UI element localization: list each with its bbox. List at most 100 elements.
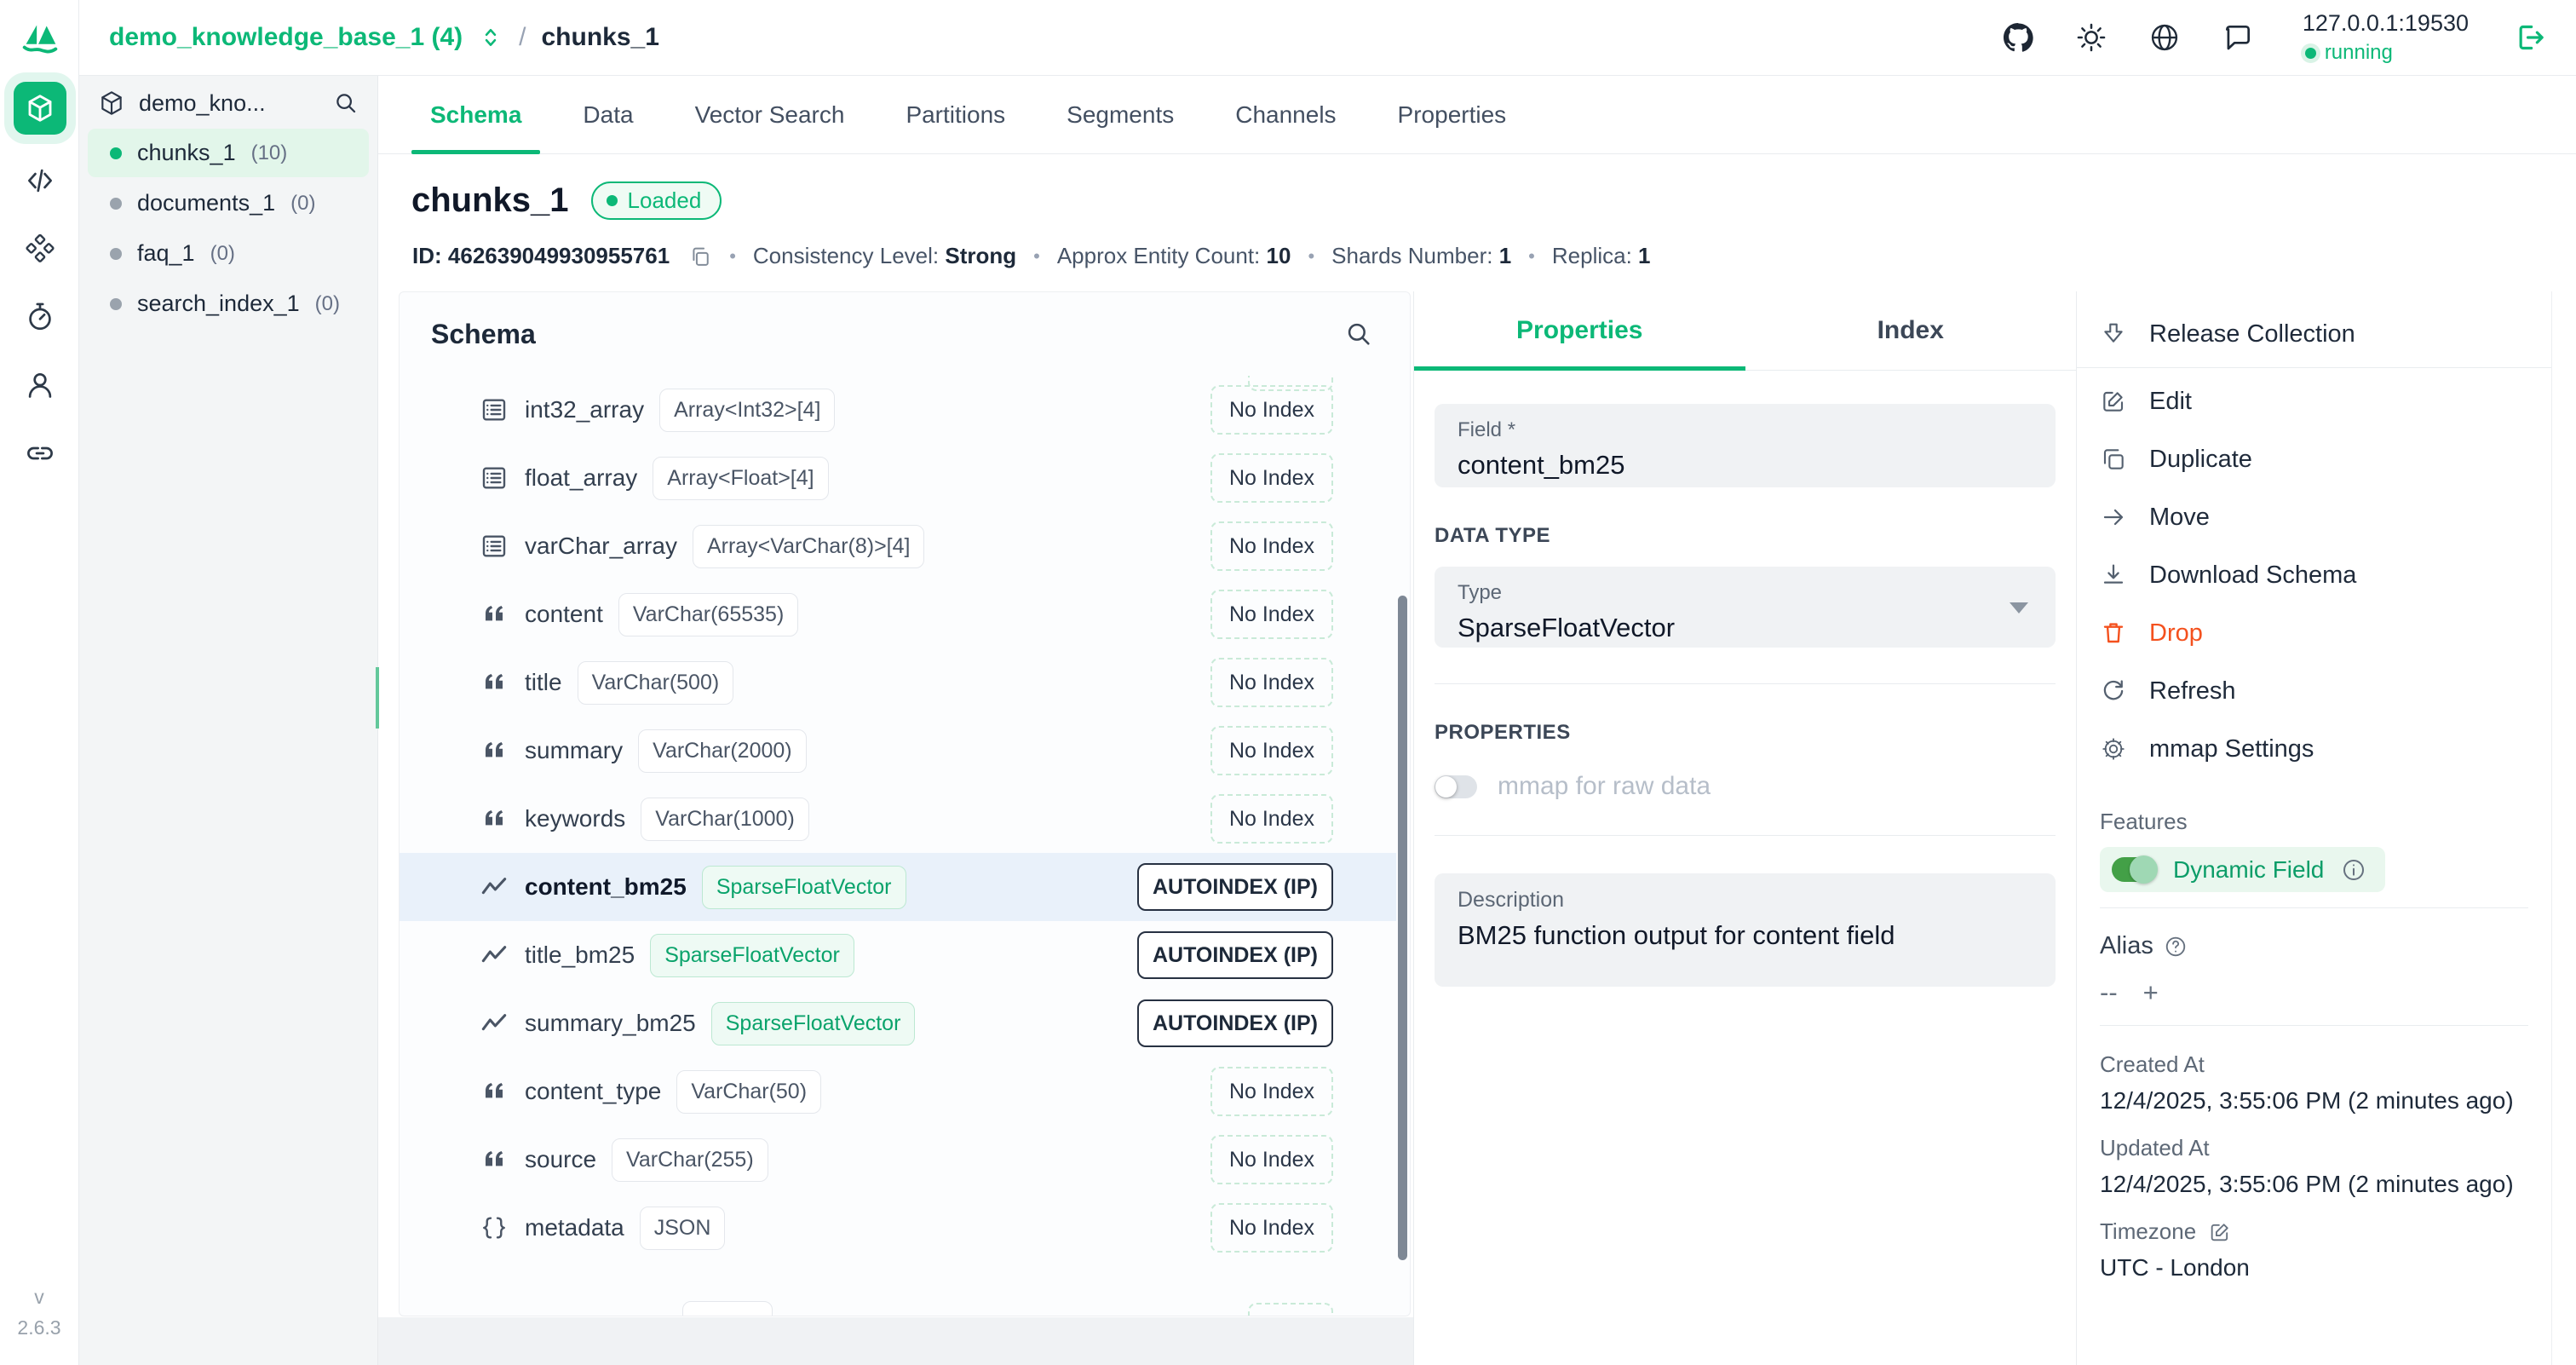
index-badge[interactable]: No Index [1210, 521, 1333, 571]
array-icon [480, 533, 508, 560]
tab-field-index[interactable]: Index [1745, 291, 2077, 370]
status-dot [2305, 48, 2316, 59]
add-alias-button[interactable]: + [2143, 977, 2159, 1008]
dynamic-field-label: Dynamic Field [2173, 856, 2324, 884]
edit-button[interactable]: Edit [2077, 372, 2551, 430]
dynamic-field-toggle[interactable] [2112, 857, 2156, 882]
tab-partitions[interactable]: Partitions [875, 76, 1036, 154]
duplicate-button[interactable]: Duplicate [2077, 430, 2551, 488]
index-badge[interactable]: No Index [1210, 726, 1333, 775]
index-badge[interactable]: No Index [1210, 1135, 1333, 1184]
index-badge[interactable]: No Index [1210, 794, 1333, 844]
download-schema-button[interactable]: Download Schema [2077, 546, 2551, 604]
alias-value: -- [2100, 977, 2118, 1008]
collection-count: (0) [315, 292, 340, 316]
index-badge[interactable]: No Index [1210, 453, 1333, 503]
breadcrumb-database[interactable]: demo_knowledge_base_1 (4) [109, 23, 463, 52]
unfold-more-icon[interactable] [478, 25, 503, 50]
field-row[interactable]: content_typeVarChar(50) No Index [400, 1057, 1410, 1126]
field-row[interactable]: title_bm25SparseFloatVector AUTOINDEX (I… [400, 921, 1410, 989]
attu-logo-icon[interactable] [17, 14, 63, 61]
gear-icon [2100, 735, 2127, 763]
details-tabs: Properties Index [1414, 291, 2076, 371]
sidebar-resize-handle[interactable] [376, 667, 379, 729]
field-row[interactable]: titleVarChar(500) No Index [400, 648, 1410, 717]
field-row[interactable]: sourceVarChar(255) No Index [400, 1126, 1410, 1194]
collection-search-icon[interactable] [333, 90, 359, 116]
index-badge[interactable]: No Index [1210, 658, 1333, 707]
description-field[interactable]: Description BM25 function output for con… [1435, 873, 2056, 987]
tab-channels[interactable]: Channels [1205, 76, 1366, 154]
index-badge[interactable]: AUTOINDEX (IP) [1137, 999, 1333, 1047]
nav-databases-active[interactable] [14, 82, 66, 135]
theme-button[interactable] [2074, 20, 2108, 55]
index-badge[interactable]: AUTOINDEX (IP) [1137, 931, 1333, 979]
tab-field-properties[interactable]: Properties [1414, 291, 1745, 370]
created-at-value: 12/4/2025, 3:55:06 PM (2 minutes ago) [2100, 1087, 2528, 1114]
tab-schema[interactable]: Schema [400, 76, 552, 154]
field-row[interactable]: summary_bm25SparseFloatVector AUTOINDEX … [400, 989, 1410, 1057]
collection-tabs: Schema Data Vector Search Partitions Seg… [378, 76, 2576, 154]
type-select[interactable]: Type SparseFloatVector [1435, 567, 2056, 648]
edit-timezone-icon[interactable] [2208, 1220, 2232, 1244]
sidebar-item-search-index-1[interactable]: search_index_1 (0) [88, 279, 369, 328]
field-row[interactable]: metadataJSON No Index [400, 1194, 1410, 1262]
status-text: running [2325, 41, 2393, 66]
feedback-button[interactable] [2221, 20, 2255, 55]
sidebar-item-documents-1[interactable]: documents_1 (0) [88, 179, 369, 228]
field-row[interactable]: float_arrayArray<Float>[4] No Index [400, 444, 1410, 512]
mmap-settings-button[interactable]: mmap Settings [2077, 720, 2551, 778]
index-badge[interactable]: No Index [1210, 590, 1333, 639]
field-row[interactable]: keywordsVarChar(1000) No Index [400, 785, 1410, 853]
field-row-selected[interactable]: content_bm25SparseFloatVector AUTOINDEX … [400, 853, 1396, 921]
vector-icon [480, 873, 508, 901]
nav-connections-icon[interactable] [21, 435, 59, 472]
index-badge[interactable]: No Index [1210, 1203, 1333, 1253]
schema-scrollbar[interactable] [1398, 596, 1407, 1260]
info-icon[interactable] [2341, 857, 2366, 883]
field-row[interactable]: contentVarChar(65535) No Index [400, 580, 1410, 648]
refresh-button[interactable]: Refresh [2077, 662, 2551, 720]
nav-jobs-icon[interactable] [21, 298, 59, 336]
logout-icon [2513, 20, 2547, 55]
github-button[interactable] [2001, 20, 2035, 55]
search-icon [1344, 320, 1373, 348]
schema-panel-backdrop [378, 1317, 1413, 1365]
nav-play-icon[interactable] [21, 162, 59, 199]
tab-properties[interactable]: Properties [1367, 76, 1538, 154]
field-row[interactable]: varChar_arrayArray<VarChar(8)>[4] No Ind… [400, 512, 1410, 580]
loaded-badge-dot [607, 195, 618, 206]
field-details-panel: Properties Index Field * content_bm25 DA… [1414, 291, 2076, 1365]
sidebar-item-faq-1[interactable]: faq_1 (0) [88, 229, 369, 278]
drop-button[interactable]: Drop [2077, 604, 2551, 662]
nav-users-icon[interactable] [21, 366, 59, 404]
move-button[interactable]: Move [2077, 488, 2551, 546]
field-name-input[interactable]: Field * content_bm25 [1435, 404, 2056, 487]
link-icon [24, 437, 56, 469]
arrow-right-icon [2100, 504, 2127, 531]
tab-data[interactable]: Data [552, 76, 664, 154]
tab-segments[interactable]: Segments [1036, 76, 1205, 154]
copy-icon[interactable] [688, 245, 712, 268]
status-badge: Loaded [591, 181, 722, 220]
nav-system-icon[interactable] [21, 230, 59, 268]
release-icon [2100, 320, 2127, 348]
schema-search-button[interactable] [1342, 317, 1376, 351]
divider [2077, 367, 2551, 368]
index-badge[interactable]: No Index [1210, 385, 1333, 435]
duplicate-icon [2100, 446, 2127, 473]
host-address: 127.0.0.1:19530 [2303, 9, 2469, 37]
question-icon[interactable] [2164, 935, 2188, 959]
index-badge[interactable]: AUTOINDEX (IP) [1137, 863, 1333, 911]
field-row[interactable]: summaryVarChar(2000) No Index [400, 717, 1410, 785]
unloaded-dot [110, 248, 122, 260]
language-button[interactable] [2148, 20, 2182, 55]
database-name[interactable]: demo_kno... [139, 90, 319, 117]
tab-vector-search[interactable]: Vector Search [664, 76, 876, 154]
database-header: demo_kno... [79, 81, 377, 125]
release-collection-button[interactable]: Release Collection [2077, 305, 2551, 363]
index-badge[interactable]: No Index [1210, 1067, 1333, 1116]
sidebar-item-chunks-1[interactable]: chunks_1 (10) [88, 129, 369, 177]
mmap-toggle[interactable] [1435, 775, 1477, 798]
disconnect-button[interactable] [2513, 20, 2547, 55]
